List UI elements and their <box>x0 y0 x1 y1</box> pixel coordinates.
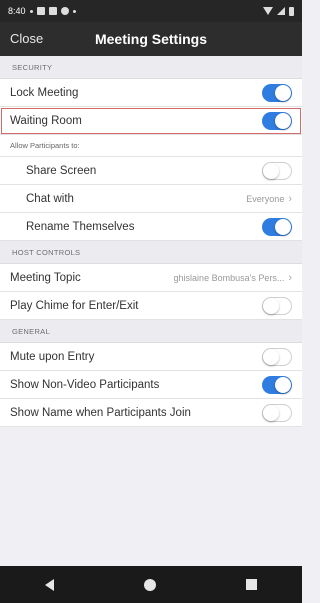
allow-participants-label: Allow Participants to: <box>0 135 302 157</box>
waiting-room-toggle[interactable] <box>262 111 292 130</box>
signal-icon <box>277 7 285 15</box>
status-circle-icon <box>60 7 69 15</box>
header-bar: Close Meeting Settings <box>0 22 302 56</box>
status-time: 8:40 <box>8 6 26 16</box>
back-triangle-icon[interactable] <box>45 578 54 591</box>
toggle-knob <box>263 297 279 314</box>
chat-with-selected: Everyone <box>246 193 285 204</box>
wifi-icon <box>263 7 273 15</box>
share-screen-toggle[interactable] <box>262 161 292 180</box>
gallery-icon <box>36 7 45 15</box>
setting-row-meeting-topic[interactable]: Meeting Topic ghislaine Bombusa's Pers..… <box>0 264 302 292</box>
close-button[interactable]: Close <box>10 31 43 46</box>
setting-row-mute-upon-entry[interactable]: Mute upon Entry <box>0 343 302 371</box>
setting-label: Show Non-Video Participants <box>10 378 160 391</box>
show-non-video-toggle[interactable] <box>262 375 292 394</box>
toggle-knob <box>263 404 279 421</box>
setting-row-rename-themselves[interactable]: Rename Themselves <box>0 213 302 241</box>
section-header-general: GENERAL <box>0 320 302 343</box>
setting-label: Rename Themselves <box>26 220 135 233</box>
notification-icon <box>29 9 33 13</box>
play-chime-toggle[interactable] <box>262 296 292 315</box>
lock-meeting-toggle[interactable] <box>262 83 292 102</box>
section-header-host-controls: HOST CONTROLS <box>0 241 302 264</box>
setting-label: Mute upon Entry <box>10 350 95 363</box>
setting-row-waiting-room[interactable]: Waiting Room <box>0 107 302 135</box>
toggle-knob <box>275 84 291 101</box>
chevron-right-icon: › <box>288 192 292 205</box>
toggle-knob <box>263 348 279 365</box>
setting-label: Show Name when Participants Join <box>10 406 191 419</box>
recent-apps-square-icon[interactable] <box>246 579 257 590</box>
setting-label: Play Chime for Enter/Exit <box>10 299 139 312</box>
setting-row-share-screen[interactable]: Share Screen <box>0 157 302 185</box>
battery-icon <box>289 6 294 16</box>
setting-label: Share Screen <box>26 164 97 177</box>
setting-row-lock-meeting[interactable]: Lock Meeting <box>0 79 302 107</box>
toggle-knob <box>263 162 279 179</box>
show-name-join-toggle[interactable] <box>262 403 292 422</box>
setting-label: Waiting Room <box>10 114 82 127</box>
home-circle-icon[interactable] <box>144 578 156 591</box>
meeting-topic-value: ghislaine Bombusa's Pers... › <box>174 272 292 284</box>
setting-row-show-non-video[interactable]: Show Non-Video Participants <box>0 371 302 399</box>
chat-with-value: Everyone › <box>246 193 292 205</box>
section-header-security: SECURITY <box>0 56 302 79</box>
setting-row-show-name-join[interactable]: Show Name when Participants Join <box>0 399 302 427</box>
sync-icon <box>48 7 57 15</box>
mute-upon-entry-toggle[interactable] <box>262 347 292 366</box>
page-title: Meeting Settings <box>94 31 207 47</box>
dot-icon <box>72 9 76 13</box>
setting-label: Chat with <box>26 192 74 205</box>
setting-label: Lock Meeting <box>10 86 79 99</box>
toggle-knob <box>275 218 291 235</box>
toggle-knob <box>275 112 291 129</box>
rename-themselves-toggle[interactable] <box>262 217 292 236</box>
chevron-right-icon: › <box>288 271 292 284</box>
status-bar: 8:40 <box>0 0 302 22</box>
setting-row-chat-with[interactable]: Chat with Everyone › <box>0 185 302 213</box>
android-nav-bar <box>0 566 302 603</box>
toggle-knob <box>275 376 291 393</box>
setting-row-play-chime[interactable]: Play Chime for Enter/Exit <box>0 292 302 320</box>
setting-label: Meeting Topic <box>10 271 81 284</box>
meeting-topic-text: ghislaine Bombusa's Pers... <box>173 272 285 283</box>
